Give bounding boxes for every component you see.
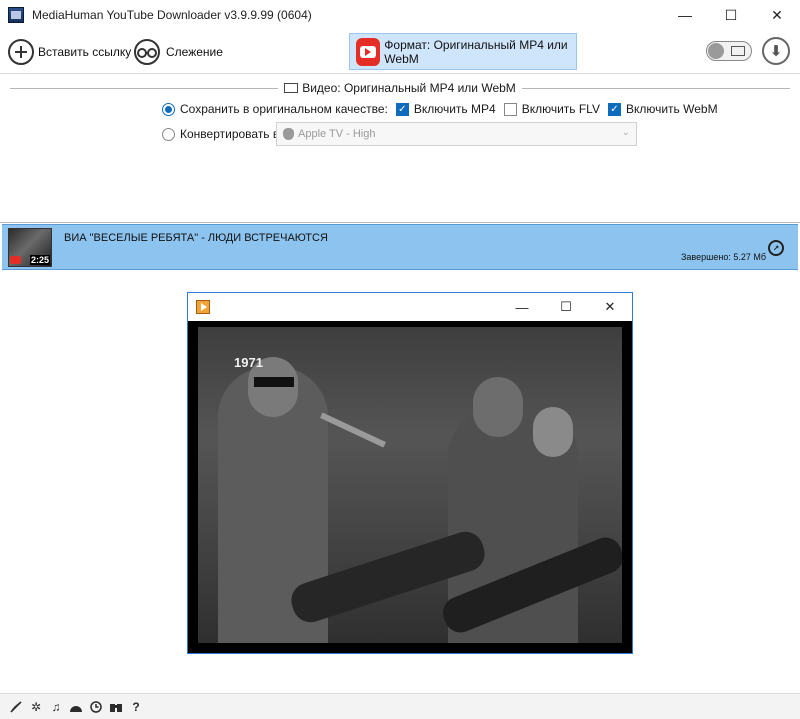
performer-head <box>473 377 523 437</box>
player-app-icon <box>196 300 210 314</box>
convert-profile-value: Apple TV - High <box>298 128 376 140</box>
feedback-icon[interactable] <box>6 697 26 717</box>
video-year-overlay: 1971 <box>234 355 263 370</box>
youtube-small-icon <box>10 256 21 264</box>
toolbar: Вставить ссылку Слежение Формат: Оригина… <box>0 30 800 74</box>
keep-original-radio[interactable] <box>162 102 175 116</box>
video-title: ВИА "ВЕСЕЛЫЕ РЕБЯТА" - ЛЮДИ ВСТРЕЧАЮТСЯ <box>64 232 328 244</box>
media-player-window: — ☐ ✕ 1971 <box>187 292 633 654</box>
video-thumbnail: 2:25 <box>8 228 52 267</box>
film-icon <box>284 83 299 93</box>
include-webm-label: Включить WebM <box>625 102 718 116</box>
player-minimize-button[interactable]: — <box>500 293 544 321</box>
include-mp4-label: Включить MP4 <box>413 102 496 116</box>
player-close-button[interactable]: ✕ <box>588 293 632 321</box>
binoculars-icon[interactable] <box>106 697 126 717</box>
bottom-toolbar: ✲ ♫ ? <box>0 693 800 719</box>
download-list-item[interactable]: 2:25 ВИА "ВЕСЕЛЫЕ РЕБЯТА" - ЛЮДИ ВСТРЕЧА… <box>2 224 798 270</box>
speed-icon[interactable] <box>66 697 86 717</box>
app-logo-icon <box>8 7 24 23</box>
convert-profile-select[interactable]: Apple TV - High ⌄ <box>276 122 637 146</box>
include-flv-checkbox[interactable] <box>503 102 517 116</box>
convert-radio[interactable] <box>162 127 175 141</box>
help-icon[interactable]: ? <box>126 697 146 717</box>
section-title: Видео: Оригинальный MP4 или WebM <box>302 81 516 95</box>
download-arrow-icon: ⬇ <box>769 43 783 60</box>
close-button[interactable]: ✕ <box>754 0 800 30</box>
include-mp4-checkbox[interactable]: ✓ <box>395 102 409 116</box>
apple-icon <box>283 128 294 140</box>
format-options-panel: Видео: Оригинальный MP4 или WebM Сохрани… <box>0 75 800 223</box>
video-duration: 2:25 <box>29 255 50 265</box>
window-title: MediaHuman YouTube Downloader v3.9.9.99 … <box>32 8 312 22</box>
video-mode-toggle[interactable] <box>706 41 752 61</box>
window-titlebar: MediaHuman YouTube Downloader v3.9.9.99 … <box>0 0 800 30</box>
keep-original-label: Сохранить в оригинальном качестве: <box>180 102 388 116</box>
search-icon[interactable]: ↗ <box>768 240 784 256</box>
convert-row: Конвертировать в: <box>162 125 283 143</box>
format-button[interactable]: Формат: Оригинальный MP4 или WebM <box>349 33 577 70</box>
toggle-knob <box>708 43 724 59</box>
sunglasses <box>254 377 294 387</box>
history-icon[interactable] <box>86 697 106 717</box>
player-window-controls: — ☐ ✕ <box>500 293 632 321</box>
paste-link-label: Вставить ссылку <box>38 45 132 59</box>
download-all-button[interactable]: ⬇ <box>762 37 790 65</box>
include-webm-checkbox[interactable]: ✓ <box>607 102 621 116</box>
video-area[interactable]: 1971 <box>188 321 632 653</box>
window-controls: — ☐ ✕ <box>662 0 800 30</box>
glasses-icon <box>134 39 160 65</box>
plus-icon <box>8 39 34 65</box>
download-status: Завершено: 5.27 Мб <box>680 252 766 262</box>
maximize-button[interactable]: ☐ <box>708 0 754 30</box>
video-frame: 1971 <box>198 327 622 643</box>
performer-head <box>533 407 573 457</box>
section-header: Видео: Оригинальный MP4 или WebM <box>0 81 800 96</box>
youtube-icon <box>356 37 381 66</box>
tracking-button[interactable]: Слежение <box>132 32 223 72</box>
minimize-button[interactable]: — <box>662 0 708 30</box>
music-icon[interactable]: ♫ <box>46 697 66 717</box>
tracking-label: Слежение <box>166 45 223 59</box>
chevron-down-icon: ⌄ <box>621 127 630 138</box>
format-label: Формат: Оригинальный MP4 или WebM <box>384 37 568 66</box>
convert-label: Конвертировать в: <box>180 127 283 141</box>
player-maximize-button[interactable]: ☐ <box>544 293 588 321</box>
keep-original-row: Сохранить в оригинальном качестве: ✓ Вкл… <box>162 100 718 118</box>
microphone-stand <box>320 412 386 448</box>
include-flv-label: Включить FLV <box>521 102 600 116</box>
paste-link-button[interactable]: Вставить ссылку <box>8 32 131 72</box>
video-icon <box>731 46 745 56</box>
settings-icon[interactable]: ✲ <box>26 697 46 717</box>
player-titlebar: — ☐ ✕ <box>188 293 632 321</box>
